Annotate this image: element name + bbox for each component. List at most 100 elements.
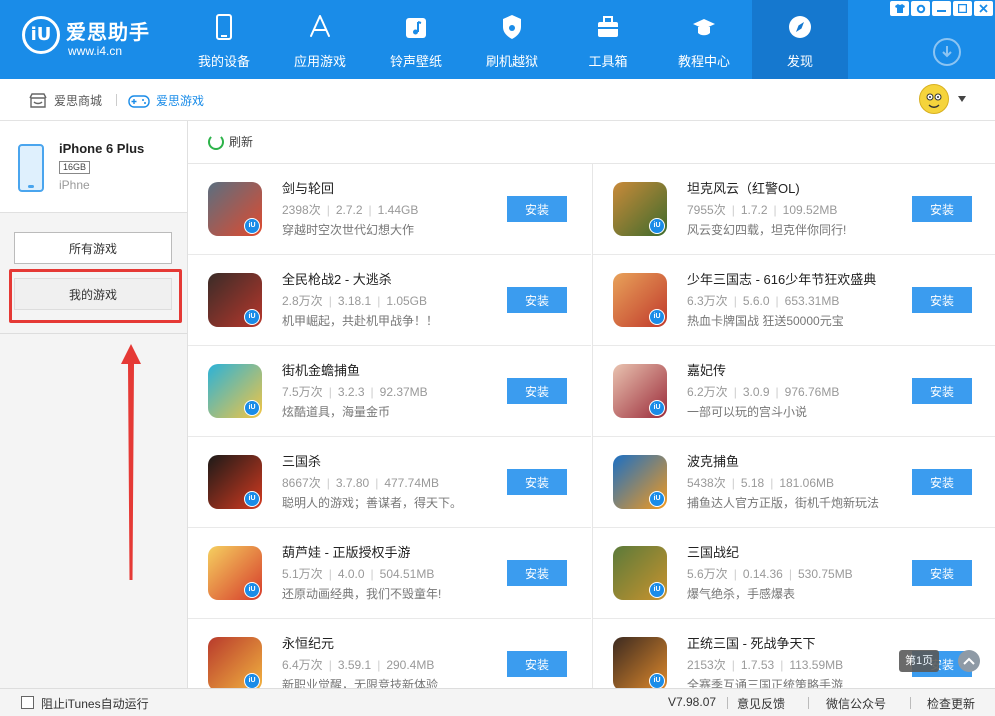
app-list-item[interactable]: iU 剑与轮回 2398次 | 2.7.2 | 1.44GB 穿越时空次世代幻想大作 安装 (188, 164, 591, 255)
app-icon[interactable]: iU (208, 546, 262, 600)
nav-tutorials[interactable]: 教程中心 (656, 0, 752, 79)
graduation-cap-icon (693, 19, 715, 36)
app-list-item[interactable]: iU 波克捕鱼 5438次 | 5.18 | 181.06MB 捕鱼达人官方正版，街机千炮新玩… (593, 437, 995, 528)
app-size: 113.59MB (789, 658, 844, 672)
nav-apps-games[interactable]: 应用游戏 (272, 0, 368, 79)
settings-button[interactable] (911, 1, 930, 16)
app-downloads: 7.5万次 (282, 385, 323, 399)
app-icon[interactable]: iU (613, 546, 667, 600)
device-card[interactable]: iPhone 6 Plus 16GB iPhne (0, 121, 187, 213)
app-name[interactable]: 波克捕鱼 (687, 451, 739, 470)
app-icon[interactable]: iU (208, 637, 262, 688)
user-avatar[interactable] (919, 84, 949, 114)
app-list-item[interactable]: iU 三国战纪 5.6万次 | 0.14.36 | 530.75MB 爆气绝杀，手感爆表 安装 (593, 528, 995, 619)
install-button[interactable]: 安装 (507, 287, 567, 313)
app-name[interactable]: 街机金蟾捕鱼 (282, 360, 360, 379)
app-list-item[interactable]: iU 坦克风云（红警OL) 7955次 | 1.7.2 | 109.52MB 风云变幻四载，坦… (593, 164, 995, 255)
app-description: 风云变幻四载，坦克伴你同行! (687, 223, 847, 237)
app-name[interactable]: 少年三国志 - 616少年节狂欢盛典 (687, 269, 876, 288)
block-itunes-label[interactable]: 阻止iTunes自动运行 (41, 695, 149, 712)
nav-flash-jailbreak[interactable]: 刷机越狱 (464, 0, 560, 79)
app-icon[interactable]: iU (613, 273, 667, 327)
app-name[interactable]: 永恒纪元 (282, 633, 334, 652)
app-version: 1.7.53 (740, 658, 775, 672)
download-manager-button[interactable] (933, 38, 961, 66)
install-button[interactable]: 安装 (507, 651, 567, 677)
refresh-button[interactable]: 刷新 (208, 133, 253, 150)
close-button[interactable] (974, 1, 993, 16)
divider: | (328, 567, 332, 581)
app-icon[interactable]: iU (613, 455, 667, 509)
window-controls (890, 1, 993, 16)
app-size: 109.52MB (782, 203, 838, 217)
feedback-link[interactable]: 意见反馈 (737, 695, 785, 712)
app-logo[interactable]: iU 爱思助手 www.i4.cn (22, 14, 162, 64)
install-button[interactable]: 安装 (912, 287, 972, 313)
minimize-button[interactable] (932, 1, 951, 16)
app-meta: 7955次 | 1.7.2 | 109.52MB (687, 201, 837, 218)
install-button[interactable]: 安装 (912, 196, 972, 222)
app-list-item[interactable]: iU 永恒纪元 6.4万次 | 3.59.1 | 290.4MB 新职业觉醒，无限竞技新体验 安… (188, 619, 591, 688)
check-update-link[interactable]: 检查更新 (927, 695, 975, 712)
app-name[interactable]: 三国杀 (282, 451, 321, 470)
refresh-icon (208, 133, 224, 150)
maximize-button[interactable] (953, 1, 972, 16)
app-icon[interactable]: iU (613, 637, 667, 688)
app-icon[interactable]: iU (613, 182, 667, 236)
app-name[interactable]: 葫芦娃 - 正版授权手游 (282, 542, 411, 561)
app-list-item[interactable]: iU 街机金蟾捕鱼 7.5万次 | 3.2.3 | 92.37MB 炫酷道具，海量金币 安装 (188, 346, 591, 437)
nav-label: 发现 (786, 54, 813, 69)
install-button[interactable]: 安装 (507, 196, 567, 222)
app-icon[interactable]: iU (208, 455, 262, 509)
nav-my-device[interactable]: 我的设备 (176, 0, 272, 79)
app-name[interactable]: 全民枪战2 - 大逃杀 (282, 269, 392, 288)
app-name[interactable]: 嘉妃传 (687, 360, 726, 379)
app-name[interactable]: 正统三国 - 死战争天下 (687, 633, 816, 652)
install-button[interactable]: 安装 (912, 560, 972, 586)
app-icon[interactable]: iU (208, 182, 262, 236)
i4-badge-icon: iU (244, 582, 260, 598)
app-meta: 2398次 | 2.7.2 | 1.44GB (282, 201, 418, 218)
install-button[interactable]: 安装 (912, 378, 972, 404)
install-button[interactable]: 安装 (912, 469, 972, 495)
app-list-item[interactable]: iU 全民枪战2 - 大逃杀 2.8万次 | 3.18.1 | 1.05GB 机甲崛起，共赴机… (188, 255, 591, 346)
app-list-item[interactable]: iU 少年三国志 - 616少年节狂欢盛典 6.3万次 | 5.6.0 | 653.31MB… (593, 255, 995, 346)
app-icon[interactable]: iU (208, 364, 262, 418)
app-downloads: 2398次 (282, 203, 321, 217)
app-name[interactable]: 坦克风云（红警OL) (687, 178, 800, 197)
skin-button[interactable] (890, 1, 909, 16)
app-list-item[interactable]: iU 嘉妃传 6.2万次 | 3.0.9 | 976.76MB 一部可以玩的宫斗小说 安装 (593, 346, 995, 437)
app-list-item[interactable]: iU 三国杀 8667次 | 3.7.80 | 477.74MB 聪明人的游戏；善谋者，得天下… (188, 437, 591, 528)
all-games-button[interactable]: 所有游戏 (14, 232, 172, 264)
app-icon[interactable]: iU (208, 273, 262, 327)
nav-discover[interactable]: 发现 (752, 0, 848, 79)
games-link[interactable]: 爱思游戏 (128, 92, 204, 109)
app-description: 机甲崛起，共赴机甲战争！！ (282, 314, 439, 328)
i4-badge-icon: iU (649, 309, 665, 325)
app-version: 0.14.36 (742, 567, 783, 581)
install-button[interactable]: 安装 (507, 560, 567, 586)
close-icon (979, 4, 988, 13)
app-name[interactable]: 剑与轮回 (282, 178, 334, 197)
nav-ringtones-wallpapers[interactable]: 铃声壁纸 (368, 0, 464, 79)
minimize-icon (937, 10, 946, 12)
wechat-link[interactable]: 微信公众号 (826, 695, 886, 712)
app-name[interactable]: 三国战纪 (687, 542, 739, 561)
nav-toolbox[interactable]: 工具箱 (560, 0, 656, 79)
mall-link[interactable]: 爱思商城 (28, 92, 102, 109)
block-itunes-checkbox[interactable] (21, 696, 34, 709)
scroll-to-top-button[interactable] (958, 650, 980, 672)
app-icon[interactable]: iU (613, 364, 667, 418)
sub-header: 爱思商城 爱思游戏 (0, 79, 995, 121)
app-downloads: 6.4万次 (282, 658, 323, 672)
install-button[interactable]: 安装 (507, 469, 567, 495)
app-list-item[interactable]: iU 葫芦娃 - 正版授权手游 5.1万次 | 4.0.0 | 504.51MB 还原动画经典… (188, 528, 591, 619)
device-capacity-badge: 16GB (59, 161, 91, 174)
account-dropdown-caret[interactable] (958, 96, 966, 102)
flash-icon (503, 15, 521, 39)
shirt-icon (894, 4, 905, 13)
install-button[interactable]: 安装 (507, 378, 567, 404)
app-description: 聪明人的游戏；善谋者，得天下。 (282, 496, 463, 510)
app-size: 976.76MB (784, 385, 840, 399)
divider: | (775, 294, 779, 308)
